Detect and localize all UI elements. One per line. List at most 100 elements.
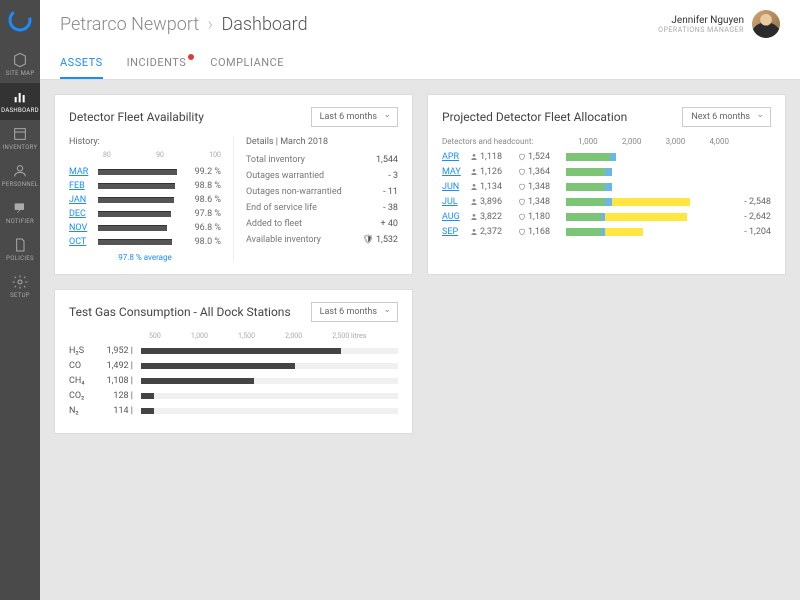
month-link[interactable]: FEB (69, 181, 95, 191)
gas-value: 1,108 | (97, 376, 141, 386)
gas-name: H₂S (69, 346, 97, 356)
card-title: Test Gas Consumption - All Dock Stations (69, 305, 291, 319)
axis: 8090100 (69, 151, 221, 163)
avatar[interactable] (752, 10, 780, 38)
person-icon (470, 183, 478, 191)
headcount-value: 1,126 (470, 167, 512, 177)
bar (141, 348, 398, 354)
month-link[interactable]: MAY (442, 167, 464, 177)
person-icon (470, 168, 478, 176)
tabs: ASSETS INCIDENTS COMPLIANCE (60, 48, 780, 79)
nav-personnel[interactable]: PERSONNEL (0, 157, 40, 194)
month-link[interactable]: MAR (69, 167, 95, 177)
gas-row: CH₄ 1,108 | (69, 376, 398, 386)
month-link[interactable]: JUL (442, 197, 464, 207)
range-select[interactable]: Next 6 months (682, 107, 771, 127)
chevron-right-icon: › (208, 14, 213, 35)
projection-row: JUL 3,896 1,348 - 2,548 (442, 197, 771, 207)
nav-notifier[interactable]: NOTIFIER (0, 194, 40, 231)
shield-icon (518, 168, 526, 176)
header: Petrarco Newport › Dashboard Jennifer Ng… (40, 0, 800, 80)
bar (141, 393, 398, 399)
tab-assets[interactable]: ASSETS (60, 48, 103, 79)
nav-dashboard[interactable]: DASHBOARD (0, 83, 40, 120)
history-label: History: (69, 137, 221, 147)
month-link[interactable]: NOV (69, 223, 95, 233)
bar (566, 183, 723, 191)
bar (98, 197, 180, 203)
headcount-value: 3,896 (470, 197, 512, 207)
gas-row: H₂S 1,952 | (69, 346, 398, 356)
shield-icon (518, 213, 526, 221)
bar (98, 211, 180, 217)
detail-row: Available inventory🛡 1,532 (246, 235, 398, 245)
gas-value: 128 | (97, 391, 141, 401)
breadcrumb: Petrarco Newport › Dashboard Jennifer Ng… (60, 10, 780, 48)
card-title: Projected Detector Fleet Allocation (442, 110, 627, 124)
bar (566, 198, 723, 206)
nav-site-map[interactable]: SITE MAP (0, 46, 40, 83)
gas-row: N₂ 114 | (69, 406, 398, 416)
month-link[interactable]: SEP (442, 227, 464, 237)
detail-row: End of service life- 38 (246, 203, 398, 213)
projection-head-label: Detectors and headcount: (442, 137, 572, 146)
tab-compliance[interactable]: COMPLIANCE (210, 48, 284, 79)
person-icon (470, 213, 478, 221)
percent-value: 98.6 % (183, 195, 221, 205)
bar (566, 153, 723, 161)
breadcrumb-current: Dashboard (221, 14, 307, 35)
range-select[interactable]: Last 6 months (311, 302, 398, 322)
tab-incidents[interactable]: INCIDENTS (127, 48, 187, 79)
headcount-value: 2,372 (470, 227, 512, 237)
nav-setup[interactable]: SETUP (0, 268, 40, 305)
headcount-value: 3,822 (470, 212, 512, 222)
alert-dot-icon (188, 54, 194, 60)
month-link[interactable]: AUG (442, 212, 464, 222)
detail-row: Outages warrantied- 3 (246, 171, 398, 181)
delta-value: - 1,204 (729, 227, 771, 237)
breadcrumb-parent[interactable]: Petrarco Newport (60, 14, 199, 35)
bar (141, 408, 398, 414)
month-link[interactable]: APR (442, 152, 464, 162)
bar (566, 213, 723, 221)
percent-value: 97.8 % (183, 209, 221, 219)
bar (141, 363, 398, 369)
card-availability: Detector Fleet Availability Last 6 month… (54, 94, 413, 275)
gas-value: 1,952 | (97, 346, 141, 356)
bar (141, 378, 398, 384)
nav-inventory[interactable]: INVENTORY (0, 120, 40, 157)
headcount-value: 1,118 (470, 152, 512, 162)
gas-name: N₂ (69, 406, 97, 416)
projection-row: MAY 1,126 1,364 (442, 167, 771, 177)
user-block[interactable]: Jennifer Nguyen OPERATIONS MANAGER (658, 10, 780, 38)
bar (566, 168, 723, 176)
sidebar: SITE MAP DASHBOARD INVENTORY PERSONNEL N… (0, 0, 40, 600)
card-gas: Test Gas Consumption - All Dock Stations… (54, 289, 413, 434)
range-select[interactable]: Last 6 months (311, 107, 398, 127)
bar (98, 239, 180, 245)
month-link[interactable]: JAN (69, 195, 95, 205)
percent-value: 98.0 % (183, 237, 221, 247)
month-link[interactable]: OCT (69, 237, 95, 247)
detail-row: Added to fleet+ 40 (246, 219, 398, 229)
person-icon (470, 228, 478, 236)
nav-policies[interactable]: POLICIES (0, 231, 40, 268)
bar (98, 169, 180, 175)
user-name: Jennifer Nguyen (658, 15, 744, 26)
history-row: NOV 96.8 % (69, 223, 221, 233)
month-link[interactable]: JUN (442, 182, 464, 192)
headcount-value: 1,134 (470, 182, 512, 192)
shield-icon (518, 228, 526, 236)
projection-row: SEP 2,372 1,168 - 1,204 (442, 227, 771, 237)
delta-value: - 2,642 (729, 212, 771, 222)
gas-row: CO₂ 128 | (69, 391, 398, 401)
shield-icon (518, 183, 526, 191)
history-row: FEB 98.8 % (69, 181, 221, 191)
details-title: Details | March 2018 (246, 137, 398, 147)
month-link[interactable]: DEC (69, 209, 95, 219)
app-logo (8, 8, 32, 32)
axis: 1,0002,0003,0004,000 (572, 137, 729, 146)
gas-row: CO 1,492 | (69, 361, 398, 371)
history-row: DEC 97.8 % (69, 209, 221, 219)
detector-value: 1,348 (518, 182, 560, 192)
